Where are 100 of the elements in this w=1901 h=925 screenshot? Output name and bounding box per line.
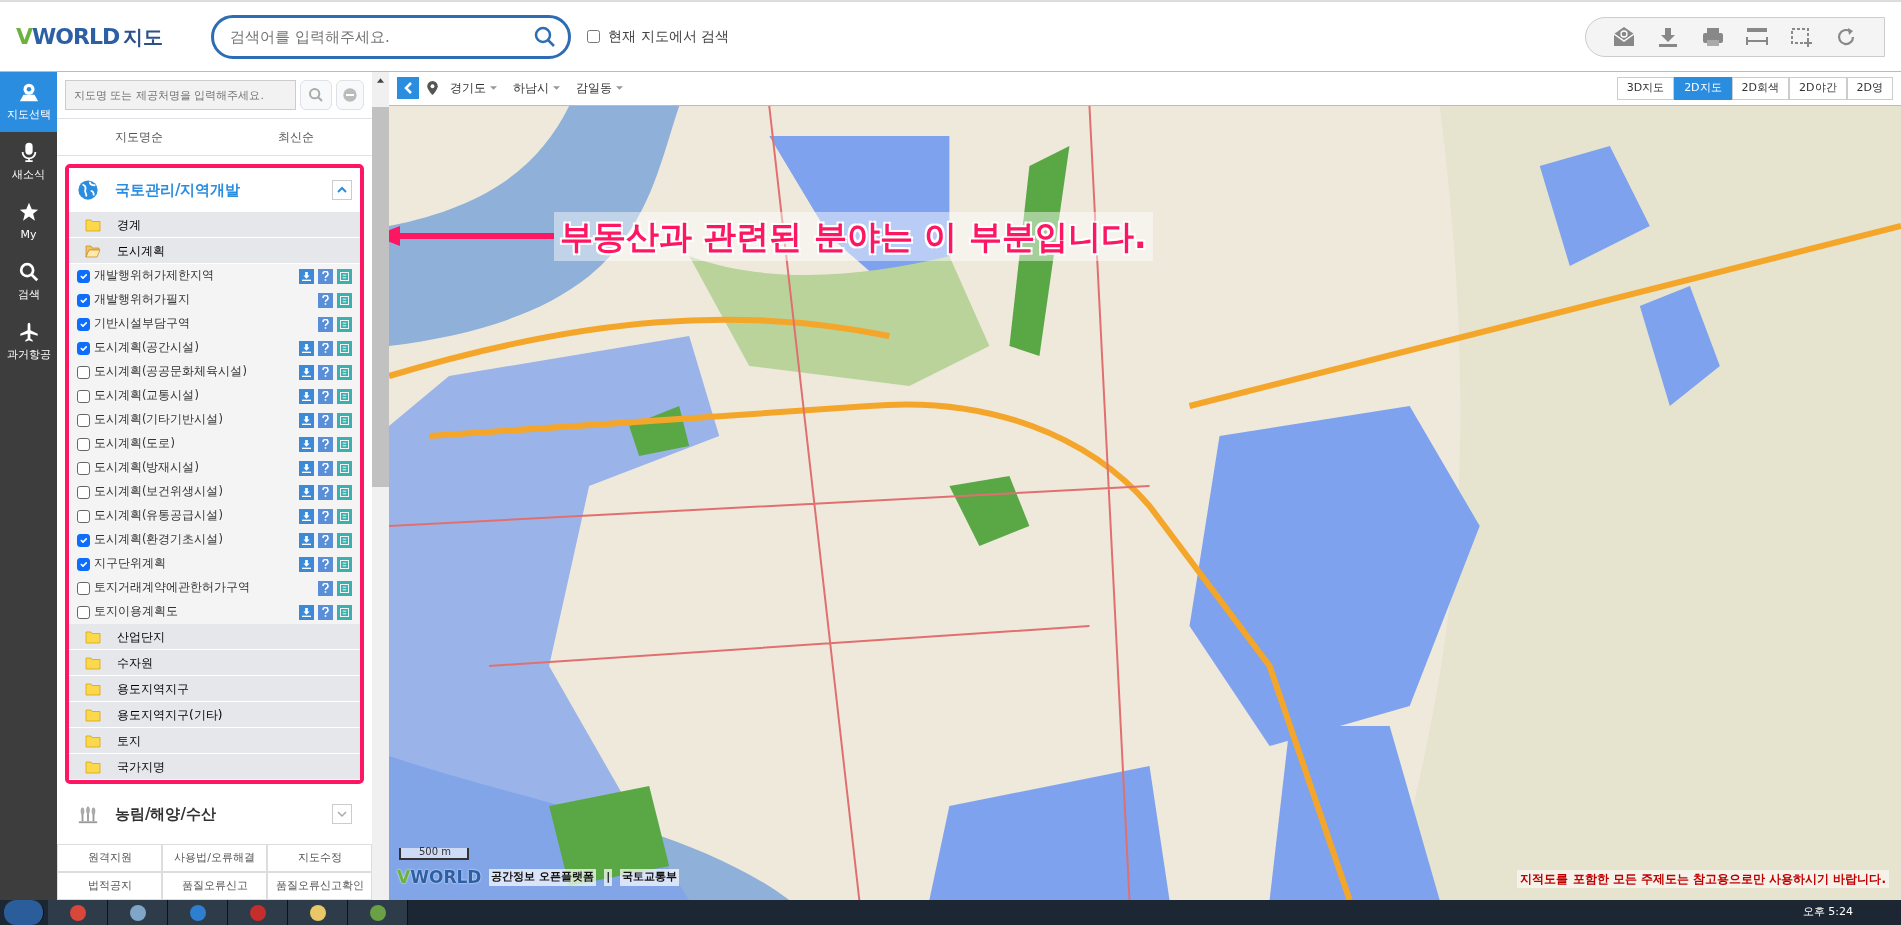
category-title[interactable]: 농림/해양/수산 xyxy=(115,802,316,826)
logo-text[interactable]: VWORLD xyxy=(16,20,120,53)
help-button[interactable] xyxy=(318,364,333,380)
legend-button[interactable] xyxy=(337,436,352,452)
mail-icon[interactable] xyxy=(1612,24,1637,49)
sort-tab[interactable]: 지도명순 xyxy=(108,127,169,147)
search-button[interactable] xyxy=(300,80,332,110)
layer-search-field[interactable]: 지도명 또는 제공처명을 입력해주세요. xyxy=(65,80,296,110)
folder-row[interactable]: 토지 xyxy=(69,728,360,754)
layer-checkbox[interactable] xyxy=(77,413,90,427)
folder-row[interactable]: 경계 xyxy=(69,212,360,238)
help-button[interactable] xyxy=(318,268,333,284)
help-button[interactable] xyxy=(318,388,333,404)
legend-button[interactable] xyxy=(337,412,352,428)
help-button[interactable] xyxy=(318,316,333,332)
help-button[interactable] xyxy=(318,340,333,356)
footer-link[interactable]: 품질오류신고확인 xyxy=(267,872,372,900)
region-dropdown[interactable]: 감일동 xyxy=(572,78,627,99)
layer-checkbox[interactable] xyxy=(77,533,90,547)
map-type-tab[interactable]: 2D영 xyxy=(1846,77,1893,100)
legend-button[interactable] xyxy=(337,532,352,548)
footer-link[interactable]: 지도수정 xyxy=(267,844,372,872)
download-button[interactable] xyxy=(299,532,314,548)
footer-link[interactable]: 원격지원 xyxy=(57,844,162,872)
footer-link[interactable]: 법적공지 xyxy=(57,872,162,900)
help-button[interactable] xyxy=(318,412,333,428)
sort-tab[interactable]: 최신순 xyxy=(272,127,321,147)
download-button[interactable] xyxy=(299,508,314,524)
logo-suffix[interactable]: 지도 xyxy=(123,21,164,52)
legend-button[interactable] xyxy=(337,340,352,356)
folder-row[interactable]: 국가지명 xyxy=(69,754,360,780)
help-button[interactable] xyxy=(318,508,333,524)
download-button[interactable] xyxy=(299,484,314,500)
region-dropdown[interactable]: 하남시 xyxy=(509,78,564,99)
layer-checkbox[interactable] xyxy=(77,437,90,451)
legend-button[interactable] xyxy=(337,268,352,284)
layer-checkbox[interactable] xyxy=(77,485,90,499)
footer-link[interactable]: 사용법/오류해결 xyxy=(162,844,267,872)
legend-button[interactable] xyxy=(337,604,352,620)
layer-checkbox[interactable] xyxy=(77,509,90,523)
folder-row[interactable]: 산업단지 xyxy=(69,624,360,650)
nav-item[interactable]: 과거항공 xyxy=(0,312,57,372)
taskbar-app[interactable] xyxy=(288,900,348,925)
expand-toggle[interactable] xyxy=(332,180,352,200)
nav-item[interactable]: My xyxy=(0,192,57,252)
help-button[interactable] xyxy=(318,556,333,572)
help-button[interactable] xyxy=(318,580,333,596)
download-button[interactable] xyxy=(299,340,314,356)
layer-checkbox[interactable] xyxy=(77,341,90,355)
download-button[interactable] xyxy=(299,556,314,572)
legend-button[interactable] xyxy=(337,484,352,500)
folder-row[interactable]: 도시계획 xyxy=(69,238,360,264)
download-button[interactable] xyxy=(299,412,314,428)
layer-checkbox[interactable] xyxy=(77,581,90,595)
scrollbar[interactable] xyxy=(372,72,389,900)
download-button[interactable] xyxy=(299,388,314,404)
legend-button[interactable] xyxy=(337,364,352,380)
legend-button[interactable] xyxy=(337,580,352,596)
folder-row[interactable]: 용도지역지구 xyxy=(69,676,360,702)
nav-item[interactable]: 검색 xyxy=(0,252,57,312)
layer-checkbox[interactable] xyxy=(77,605,90,619)
map-type-tab[interactable]: 2D지도 xyxy=(1674,77,1732,100)
download-button[interactable] xyxy=(299,460,314,476)
layer-checkbox[interactable] xyxy=(77,365,90,379)
folder-row[interactable]: 용도지역지구(기타) xyxy=(69,702,360,728)
collapse-all-button[interactable] xyxy=(336,80,364,110)
legend-button[interactable] xyxy=(337,556,352,572)
layer-checkbox[interactable] xyxy=(77,317,90,331)
map-type-tab[interactable]: 2D야간 xyxy=(1789,77,1847,100)
nav-item[interactable]: 지도선택 xyxy=(0,72,57,132)
download-button[interactable] xyxy=(299,364,314,380)
download-button[interactable] xyxy=(299,268,314,284)
help-button[interactable] xyxy=(318,292,333,308)
layer-checkbox[interactable] xyxy=(77,389,90,403)
search-field[interactable]: 검색어를 입력해주세요. xyxy=(211,14,572,59)
expand-toggle[interactable] xyxy=(332,804,352,824)
help-button[interactable] xyxy=(318,532,333,548)
download-button[interactable] xyxy=(299,604,314,620)
scroll-up-icon[interactable] xyxy=(377,78,384,83)
legend-button[interactable] xyxy=(337,292,352,308)
help-button[interactable] xyxy=(318,484,333,500)
region-dropdown[interactable]: 경기도 xyxy=(446,78,501,99)
map-type-tab[interactable]: 3D지도 xyxy=(1616,77,1675,100)
taskbar-app[interactable] xyxy=(348,900,408,925)
footer-link[interactable]: 품질오류신고 xyxy=(162,872,267,900)
scope-label[interactable]: 현재 지도에서 검색 xyxy=(608,26,730,47)
nav-item[interactable]: 새소식 xyxy=(0,132,57,192)
folder-row[interactable]: 수자원 xyxy=(69,650,360,676)
help-button[interactable] xyxy=(318,436,333,452)
layer-checkbox[interactable] xyxy=(77,269,90,283)
start-button[interactable] xyxy=(4,900,44,925)
map-type-tab[interactable]: 2D회색 xyxy=(1731,77,1790,100)
layer-checkbox[interactable] xyxy=(77,557,90,571)
legend-button[interactable] xyxy=(337,388,352,404)
help-button[interactable] xyxy=(318,460,333,476)
help-button[interactable] xyxy=(318,604,333,620)
legend-button[interactable] xyxy=(337,460,352,476)
back-button[interactable] xyxy=(397,77,419,100)
download-button[interactable] xyxy=(299,436,314,452)
legend-button[interactable] xyxy=(337,316,352,332)
